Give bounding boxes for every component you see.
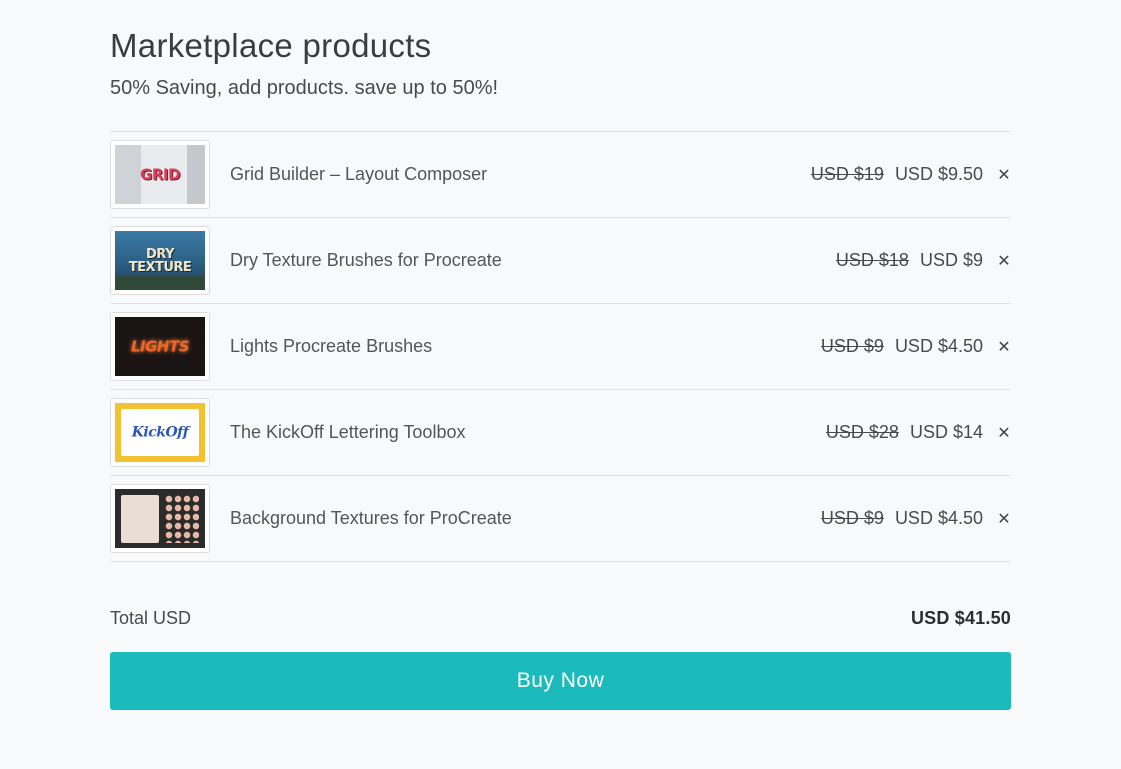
product-thumbnail[interactable]: KickOff [110, 398, 210, 467]
product-name: Dry Texture Brushes for Procreate [230, 250, 502, 270]
original-price: USD $19 [810, 164, 884, 184]
original-price: USD $9 [820, 508, 884, 528]
original-price: USD $18 [835, 250, 909, 270]
product-thumbnail-label: DRY TEXTURE [128, 246, 192, 275]
original-price: USD $28 [825, 422, 899, 442]
product-thumbnail-label: LIGHTS [130, 337, 190, 355]
product-prices: USD $19 USD $9.50 [811, 164, 983, 185]
product-name: The KickOff Lettering Toolbox [230, 422, 466, 442]
product-thumbnail[interactable]: GRID [110, 140, 210, 209]
close-icon[interactable]: ✕ [997, 337, 1011, 357]
product-thumbnail-label: KickOff [131, 424, 189, 440]
product-row: Background Textures for ProCreate USD $9… [110, 476, 1011, 562]
product-thumbnail[interactable]: LIGHTS [110, 312, 210, 381]
product-prices: USD $18 USD $9 [836, 250, 983, 271]
product-prices: USD $9 USD $4.50 [821, 508, 983, 529]
close-icon[interactable]: ✕ [997, 251, 1011, 271]
original-price: USD $9 [820, 336, 884, 356]
discounted-price: USD $4.50 [894, 508, 983, 528]
marketplace-panel: Marketplace products 50% Saving, add pro… [110, 0, 1011, 710]
discounted-price: USD $9.50 [894, 164, 983, 184]
product-row: LIGHTS Lights Procreate Brushes USD $9 U… [110, 304, 1011, 390]
product-prices: USD $28 USD $14 [826, 422, 983, 443]
product-thumbnail-label: GRID [140, 165, 180, 183]
product-prices: USD $9 USD $4.50 [821, 336, 983, 357]
discounted-price: USD $9 [919, 250, 983, 270]
product-row: DRY TEXTURE Dry Texture Brushes for Proc… [110, 218, 1011, 304]
close-icon[interactable]: ✕ [997, 165, 1011, 185]
product-name: Lights Procreate Brushes [230, 336, 433, 356]
total-label: Total USD [110, 608, 192, 628]
product-list: GRID Grid Builder – Layout Composer USD … [110, 131, 1011, 562]
close-icon[interactable]: ✕ [997, 509, 1011, 529]
close-icon[interactable]: ✕ [997, 423, 1011, 443]
buy-now-button[interactable]: Buy Now [110, 652, 1011, 710]
total-row: Total USD USD $41.50 [110, 606, 1011, 630]
product-thumbnail[interactable]: DRY TEXTURE [110, 226, 210, 295]
total-value: USD $41.50 [910, 608, 1011, 628]
discounted-price: USD $14 [909, 422, 983, 442]
product-name: Grid Builder – Layout Composer [230, 164, 488, 184]
page-title: Marketplace products [110, 27, 432, 64]
product-name: Background Textures for ProCreate [230, 508, 512, 528]
product-thumbnail[interactable] [110, 484, 210, 553]
page-subtitle: 50% Saving, add products. save up to 50%… [110, 77, 499, 99]
discounted-price: USD $4.50 [894, 336, 983, 356]
product-row: GRID Grid Builder – Layout Composer USD … [110, 132, 1011, 218]
product-row: KickOff The KickOff Lettering Toolbox US… [110, 390, 1011, 476]
